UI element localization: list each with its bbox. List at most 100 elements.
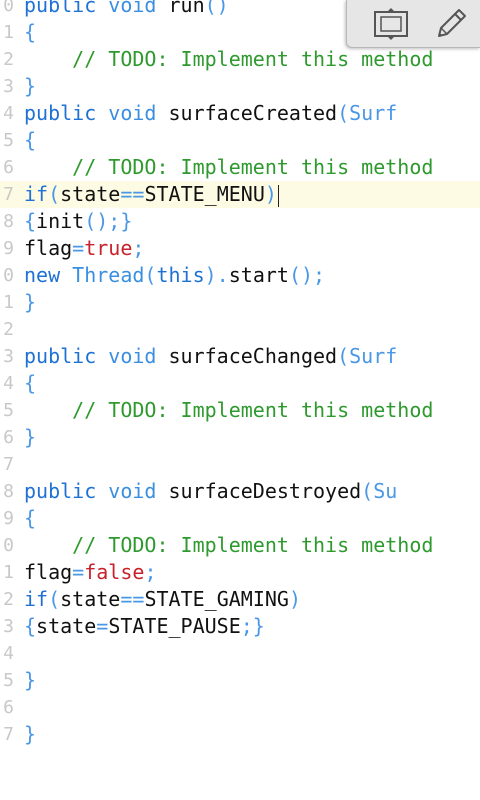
code-token: (Surf: [337, 344, 398, 368]
code-line[interactable]: 9 flag=true;: [0, 235, 480, 262]
line-number: 9: [3, 238, 14, 259]
code-line[interactable]: 4: [0, 640, 480, 667]
code-line[interactable]: 1 flag=false;: [0, 559, 480, 586]
code-line[interactable]: 0 // TODO: Implement this method: [0, 532, 480, 559]
code-line[interactable]: 8 {init();}: [0, 208, 480, 235]
line-number: 0: [3, 265, 14, 286]
code-line[interactable]: 2: [0, 316, 480, 343]
code-token: }: [24, 722, 37, 746]
code-token: flag: [24, 236, 73, 260]
code-token: Thread: [72, 263, 145, 287]
code-token: }: [24, 290, 37, 314]
line-number: 6: [3, 157, 14, 178]
code-token: {: [24, 371, 37, 395]
code-token: surfaceChanged: [156, 344, 338, 368]
floating-toolbar: [346, 0, 480, 48]
code-line[interactable]: 6 // TODO: Implement this method: [0, 154, 480, 181]
code-text: if(state==STATE_MENU): [24, 181, 279, 208]
code-text: {init();}: [24, 208, 132, 235]
code-text: {: [24, 370, 36, 397]
code-token: (): [204, 0, 229, 17]
line-number: 5: [3, 130, 14, 151]
code-token: ).: [204, 263, 229, 287]
code-text: }: [24, 289, 36, 316]
code-line[interactable]: 3 {state=STATE_PAUSE;}: [0, 613, 480, 640]
code-line[interactable]: 7 if(state==STATE_MENU): [0, 181, 480, 208]
code-token: {: [24, 506, 37, 530]
fullscreen-button[interactable]: [369, 4, 413, 44]
code-line[interactable]: 3 public void surfaceChanged(Surf: [0, 343, 480, 370]
code-text: public void surfaceChanged(Surf: [24, 343, 397, 370]
code-token: surfaceCreated: [156, 101, 338, 125]
code-text: // TODO: Implement this method: [24, 397, 433, 424]
code-line[interactable]: 5 // TODO: Implement this method: [0, 397, 480, 424]
code-token: (: [48, 587, 61, 611]
line-number: 3: [3, 76, 14, 97]
code-text: new Thread(this).start();: [24, 262, 325, 289]
code-token: }: [24, 74, 37, 98]
code-text: // TODO: Implement this method: [24, 46, 433, 73]
pencil-icon: [438, 9, 466, 37]
code-line[interactable]: 7}: [0, 721, 480, 748]
line-number: 3: [3, 616, 14, 637]
code-text: // TODO: Implement this method: [24, 532, 433, 559]
code-text: public void surfaceCreated(Surf: [24, 100, 397, 127]
code-token: void: [108, 344, 157, 368]
line-number: 7: [3, 724, 14, 745]
line-number: 1: [3, 292, 14, 313]
line-number: 4: [3, 103, 14, 124]
code-line[interactable]: 6}: [0, 424, 480, 451]
code-line[interactable]: 6: [0, 694, 480, 721]
code-line[interactable]: 2 if(state==STATE_GAMING): [0, 586, 480, 613]
code-line[interactable]: 1}: [0, 289, 480, 316]
code-token: void: [108, 479, 157, 503]
code-token: STATE_PAUSE: [108, 614, 241, 638]
code-token: (: [144, 263, 157, 287]
code-line[interactable]: 2 // TODO: Implement this method: [0, 46, 480, 73]
code-token: =: [96, 614, 109, 638]
code-token: public: [24, 479, 97, 503]
code-token: void: [108, 101, 157, 125]
code-text: {: [24, 19, 36, 46]
edit-button[interactable]: [429, 4, 473, 44]
code-text: }: [24, 721, 36, 748]
code-token: state: [36, 614, 97, 638]
line-number: 8: [3, 211, 14, 232]
code-line[interactable]: 8 public void surfaceDestroyed(Su: [0, 478, 480, 505]
code-token: STATE_GAMING: [144, 587, 289, 611]
line-number: 2: [3, 589, 14, 610]
code-line[interactable]: 4{: [0, 370, 480, 397]
code-token: if: [24, 182, 49, 206]
code-line[interactable]: 4 public void surfaceCreated(Surf: [0, 100, 480, 127]
code-editor[interactable]: 0 public void run() 1 {2 // TODO: Implement…: [0, 0, 480, 800]
code-text: }: [24, 73, 36, 100]
code-token: // TODO: Implement this method: [24, 155, 434, 179]
code-token: start: [228, 263, 289, 287]
code-token: flag: [24, 560, 73, 584]
code-token: public: [24, 344, 97, 368]
code-line[interactable]: 5}: [0, 667, 480, 694]
code-token: (Surf: [337, 101, 398, 125]
code-token: run: [156, 0, 205, 17]
code-line[interactable]: 9{: [0, 505, 480, 532]
line-number: 5: [3, 400, 14, 421]
line-number: 7: [3, 454, 14, 475]
code-token: // TODO: Implement this method: [24, 47, 434, 71]
code-line[interactable]: 5{: [0, 127, 480, 154]
line-number: 7: [3, 184, 14, 205]
line-number: 0: [3, 535, 14, 556]
code-token: {: [24, 128, 37, 152]
code-token: ;}: [240, 614, 265, 638]
code-line[interactable]: 3}: [0, 73, 480, 100]
code-line[interactable]: 7: [0, 451, 480, 478]
code-token: false: [84, 560, 145, 584]
line-number: 3: [3, 346, 14, 367]
code-line[interactable]: 0 new Thread(this).start();: [0, 262, 480, 289]
code-token: // TODO: Implement this method: [24, 398, 434, 422]
code-token: {: [24, 20, 37, 44]
line-number: 1: [3, 22, 14, 43]
